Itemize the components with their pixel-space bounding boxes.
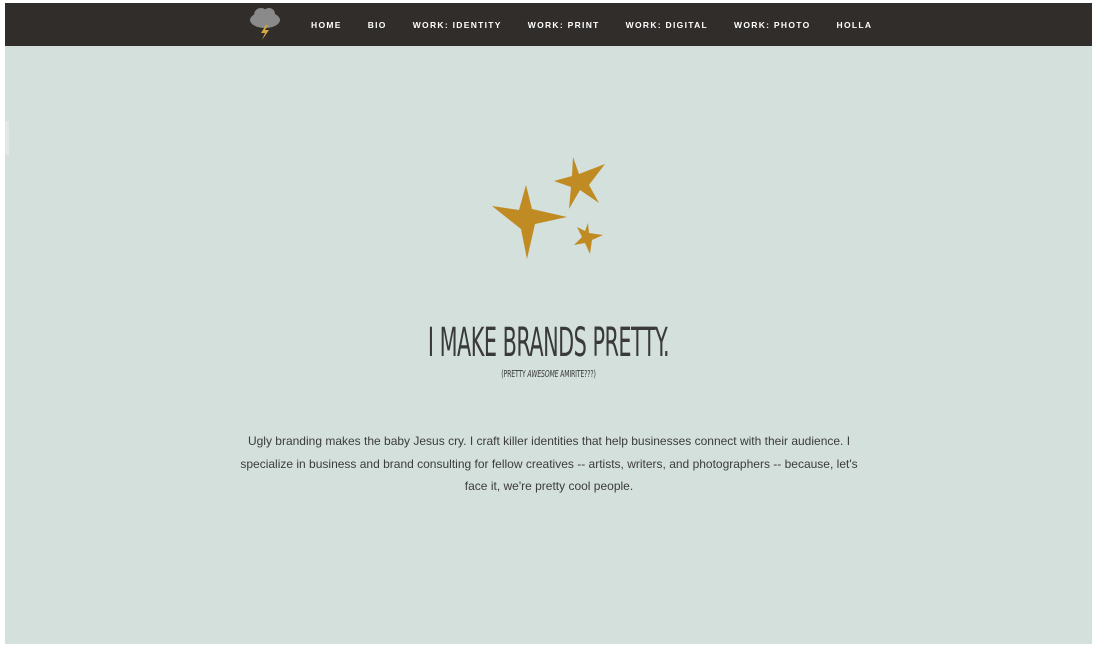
storm-cloud-lightning-icon[interactable] [247, 6, 283, 42]
page-subheadline: (PRETTY AWESOME AMIRITE???) [212, 369, 886, 380]
nav-holla-link[interactable]: HOLLA [837, 20, 873, 30]
large-star-icon [492, 185, 567, 259]
subline-italic: AWESOME [527, 369, 559, 380]
page-headline: I MAKE BRANDS PRETTY. [427, 320, 670, 366]
top-navbar: HOME BIO WORK: IDENTITY WORK: PRINT WORK… [5, 3, 1092, 46]
small-star-icon [574, 223, 603, 254]
nav-work-print-link[interactable]: WORK: PRINT [528, 20, 600, 30]
nav-work-identity-link[interactable]: WORK: IDENTITY [413, 20, 502, 30]
nav-bio-link[interactable]: BIO [368, 20, 387, 30]
subline-suffix: AMIRITE???) [558, 369, 596, 380]
intro-paragraph: Ugly branding makes the baby Jesus cry. … [240, 434, 858, 493]
nav-work-digital-link[interactable]: WORK: DIGITAL [626, 20, 708, 30]
nav-home-link[interactable]: HOME [311, 20, 342, 30]
subline-prefix: (PRETTY [501, 369, 528, 380]
main-nav: HOME BIO WORK: IDENTITY WORK: PRINT WORK… [311, 3, 898, 46]
nav-work-photo-link[interactable]: WORK: PHOTO [734, 20, 810, 30]
page-frame: HOME BIO WORK: IDENTITY WORK: PRINT WORK… [5, 3, 1092, 644]
side-tab[interactable] [5, 121, 9, 155]
medium-star-icon [554, 157, 605, 209]
three-stars-icon [492, 157, 605, 259]
